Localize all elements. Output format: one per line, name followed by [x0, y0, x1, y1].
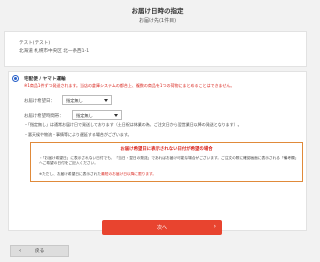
chevron-right-icon: ›: [213, 223, 216, 230]
delivery-date-label: お届け希望日：: [24, 99, 55, 104]
delivery-date-value: 指定無し: [66, 98, 83, 103]
back-button[interactable]: ‹ 戻る: [10, 245, 69, 257]
notice-delay: ・悪天候や物流・事情等により遅延する場合がございます。: [24, 132, 132, 137]
back-button-label: 戻る: [35, 249, 45, 254]
next-button[interactable]: 次へ ›: [102, 220, 222, 235]
notice-standard-delivery: ・「指定無し」は通常お届け日で発送しております（土日祝は休業の為、ご注文日から翌…: [24, 122, 242, 127]
page-subtitle: お届け先(1件目): [138, 18, 177, 24]
chevron-down-icon: [104, 99, 108, 102]
chevron-left-icon: ‹: [19, 248, 22, 254]
alert-body: ・「お届け希望日」に表示されない日付でも、「当日・翌日の発送」であればお届け可能…: [39, 156, 299, 166]
recipient-name: テスト(テスト): [19, 41, 51, 46]
recipient-address: 北海道 札幌市中央区 北一条西1-1: [19, 49, 90, 54]
delivery-time-select[interactable]: 指定無し: [72, 110, 122, 120]
page-header: お届け日時の指定 お届け先(1件目): [0, 0, 315, 30]
delivery-time-label: お届け希望時間帯：: [24, 114, 64, 119]
chevron-down-icon: [114, 114, 118, 117]
alert-footnote: ※ただし、お届け希望日に表示された最短のお届け日以降に限ります。: [39, 172, 299, 177]
alert-footnote-prefix: ※ただし、お届け希望日に表示された: [39, 172, 102, 176]
shipping-method-radio[interactable]: [12, 75, 19, 82]
page-title: お届け日時の指定: [131, 7, 184, 15]
alert-title: お届け希望日に表示されない日付が希望の場合: [120, 147, 213, 152]
delivery-time-value: 指定無し: [76, 113, 93, 118]
unlisted-date-alert: お届け希望日に表示されない日付が希望の場合 ・「お届け希望日」に表示されない日付…: [30, 142, 303, 182]
address-card: テスト(テスト) 北海道 札幌市中央区 北一条西1-1: [4, 31, 307, 67]
next-button-label: 次へ: [156, 225, 167, 231]
delivery-date-select[interactable]: 指定無し: [62, 95, 112, 105]
shipping-method-label[interactable]: 宅配便 / ヤマト運輸: [24, 76, 66, 82]
alert-footnote-highlight: 最短のお届け日以降に限ります。: [101, 172, 157, 176]
shipping-warning: ※1商品1件ずつ発送されます。当店の倉庫システムの都合上、複数の商品を1つの荷物…: [24, 83, 235, 88]
